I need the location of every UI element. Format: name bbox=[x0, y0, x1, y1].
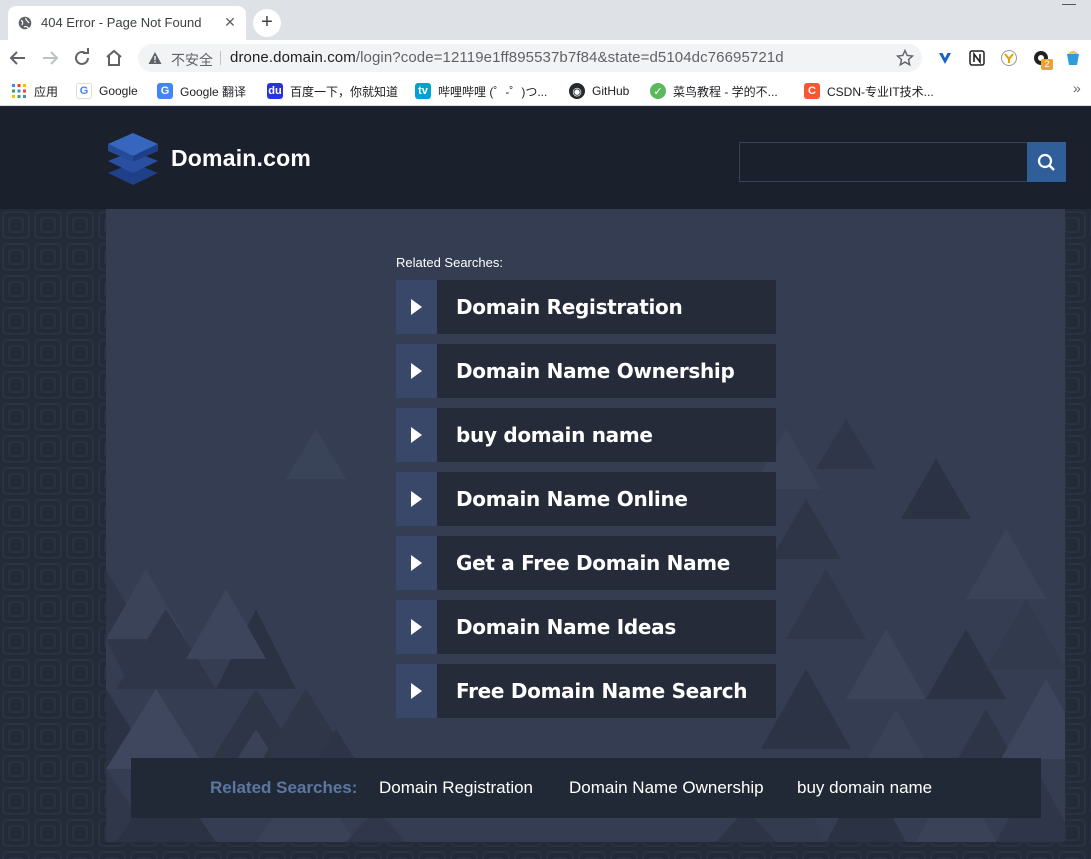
related-link-get-free-domain-name[interactable]: Get a Free Domain Name bbox=[396, 536, 776, 590]
related-link-domain-name-ideas[interactable]: Domain Name Ideas bbox=[396, 600, 776, 654]
home-icon[interactable] bbox=[102, 46, 126, 70]
globe-icon bbox=[18, 16, 32, 30]
content-panel: Related Searches: Domain Registration Do… bbox=[106, 209, 1065, 842]
related-link-domain-name-online[interactable]: Domain Name Online bbox=[396, 472, 776, 526]
baidu-icon: du bbox=[267, 83, 283, 99]
related-link-domain-registration[interactable]: Domain Registration bbox=[396, 280, 776, 334]
search-icon bbox=[1037, 153, 1055, 171]
footer-related-label: Related Searches: bbox=[210, 778, 358, 797]
related-searches-label: Related Searches: bbox=[396, 255, 503, 270]
footer-link-buy-domain-name[interactable]: buy domain name bbox=[797, 778, 932, 798]
extension-c-icon[interactable]: 2 bbox=[1032, 49, 1053, 70]
bookmarks-bar: 应用 G Google G Google 翻译 du 百度一下，你就知道 tv … bbox=[0, 76, 1091, 106]
link-arrow-box bbox=[396, 344, 437, 398]
bookmark-label: CSDN-专业IT技术... bbox=[827, 84, 934, 99]
related-link-label: Free Domain Name Search bbox=[456, 679, 748, 703]
related-link-label: Domain Registration bbox=[456, 295, 683, 319]
runoob-icon: ✓ bbox=[650, 83, 666, 99]
site-header: Domain.com bbox=[0, 107, 1091, 209]
bookmark-label: GitHub bbox=[592, 84, 630, 98]
address-bar[interactable]: 不安全 drone.domain.com/login?code=12119e1f… bbox=[138, 44, 922, 72]
related-link-buy-domain-name[interactable]: buy domain name bbox=[396, 408, 776, 462]
bookmark-bilibili[interactable]: tv 哔哩哔哩 (゜-゜)つ... bbox=[415, 82, 547, 100]
link-arrow-box bbox=[396, 536, 437, 590]
back-arrow-icon[interactable] bbox=[6, 46, 30, 70]
bookmark-label: Google 翻译 bbox=[180, 84, 247, 99]
browser-tab-active[interactable]: 404 Error - Page Not Found ✕ bbox=[8, 6, 246, 40]
new-tab-button[interactable]: + bbox=[253, 9, 281, 37]
bookmark-runoob[interactable]: ✓ 菜鸟教程 - 学的不... bbox=[650, 82, 778, 100]
link-arrow-box bbox=[396, 664, 437, 718]
link-arrow-box bbox=[396, 472, 437, 526]
tab-title: 404 Error - Page Not Found bbox=[41, 15, 202, 30]
tab-close-icon[interactable]: ✕ bbox=[222, 14, 238, 30]
bookmark-label: Google bbox=[99, 84, 138, 98]
related-link-label: Get a Free Domain Name bbox=[456, 551, 731, 575]
play-arrow-icon bbox=[411, 555, 422, 571]
play-arrow-icon bbox=[411, 299, 422, 315]
play-arrow-icon bbox=[411, 619, 422, 635]
notion-icon[interactable] bbox=[968, 49, 986, 67]
related-link-label: Domain Name Ownership bbox=[456, 359, 735, 383]
google-translate-icon: G bbox=[157, 83, 173, 99]
bookmarks-more-icon[interactable]: » bbox=[1073, 80, 1081, 96]
bilibili-icon: tv bbox=[415, 83, 431, 99]
google-icon: G bbox=[76, 83, 92, 99]
play-arrow-icon bbox=[411, 427, 422, 443]
site-search-input[interactable] bbox=[739, 142, 1028, 182]
insecure-label: 不安全 bbox=[171, 52, 213, 68]
related-link-label: Domain Name Online bbox=[456, 487, 688, 511]
warning-triangle-icon[interactable] bbox=[148, 51, 162, 65]
address-separator bbox=[220, 51, 221, 65]
bookmark-star-icon[interactable] bbox=[896, 49, 914, 67]
bookmark-google-translate[interactable]: G Google 翻译 bbox=[157, 82, 246, 100]
footer-link-domain-registration[interactable]: Domain Registration bbox=[379, 778, 533, 798]
extension-badge: 2 bbox=[1041, 59, 1053, 70]
forward-arrow-icon[interactable] bbox=[38, 46, 62, 70]
bookmark-label: 百度一下，你就知道 bbox=[290, 84, 399, 99]
bookmark-label: 哔哩哔哩 (゜-゜)つ... bbox=[438, 84, 548, 99]
bookmark-csdn[interactable]: C CSDN-专业IT技术... bbox=[804, 82, 934, 100]
browser-tab-strip: 404 Error - Page Not Found ✕ + bbox=[0, 0, 1091, 40]
url-path: /login?code=12119e1ff895537b7f84&state=d… bbox=[355, 49, 784, 66]
link-arrow-box bbox=[396, 600, 437, 654]
url-text[interactable]: drone.domain.com/login?code=12119e1ff895… bbox=[230, 49, 784, 66]
related-link-label: Domain Name Ideas bbox=[456, 615, 676, 639]
footer-related-bar: Related Searches: Domain Registration Do… bbox=[131, 758, 1041, 818]
bookmark-apps[interactable]: 应用 bbox=[11, 82, 58, 100]
browser-toolbar: 不安全 drone.domain.com/login?code=12119e1f… bbox=[0, 40, 1091, 76]
extension-y-icon[interactable] bbox=[1000, 49, 1018, 67]
github-icon: ◉ bbox=[569, 83, 585, 99]
bookmark-baidu[interactable]: du 百度一下，你就知道 bbox=[267, 82, 398, 100]
play-arrow-icon bbox=[411, 363, 422, 379]
window-minimize-button[interactable] bbox=[1062, 4, 1076, 6]
related-link-label: buy domain name bbox=[456, 423, 653, 447]
link-arrow-box bbox=[396, 280, 437, 334]
related-link-domain-name-ownership[interactable]: Domain Name Ownership bbox=[396, 344, 776, 398]
bookmark-label: 菜鸟教程 - 学的不... bbox=[673, 84, 778, 99]
bookmark-github[interactable]: ◉ GitHub bbox=[569, 82, 629, 100]
bookmark-label: 应用 bbox=[34, 84, 59, 99]
site-search-button[interactable] bbox=[1027, 142, 1066, 182]
extension-v-icon[interactable] bbox=[936, 49, 954, 67]
reload-icon[interactable] bbox=[70, 46, 94, 70]
play-arrow-icon bbox=[411, 683, 422, 699]
related-link-free-domain-name-search[interactable]: Free Domain Name Search bbox=[396, 664, 776, 718]
extension-cup-icon[interactable] bbox=[1064, 49, 1082, 67]
csdn-icon: C bbox=[804, 83, 820, 99]
url-host: drone.domain.com bbox=[230, 49, 356, 66]
stacked-layers-logo-icon[interactable] bbox=[106, 129, 160, 189]
link-arrow-box bbox=[396, 408, 437, 462]
site-logo-text[interactable]: Domain.com bbox=[171, 145, 311, 172]
bookmark-google[interactable]: G Google bbox=[76, 82, 138, 100]
apps-grid-icon bbox=[12, 84, 26, 98]
play-arrow-icon bbox=[411, 491, 422, 507]
page-background: Related Searches: Domain Registration Do… bbox=[0, 209, 1091, 859]
footer-link-domain-name-ownership[interactable]: Domain Name Ownership bbox=[569, 778, 764, 798]
